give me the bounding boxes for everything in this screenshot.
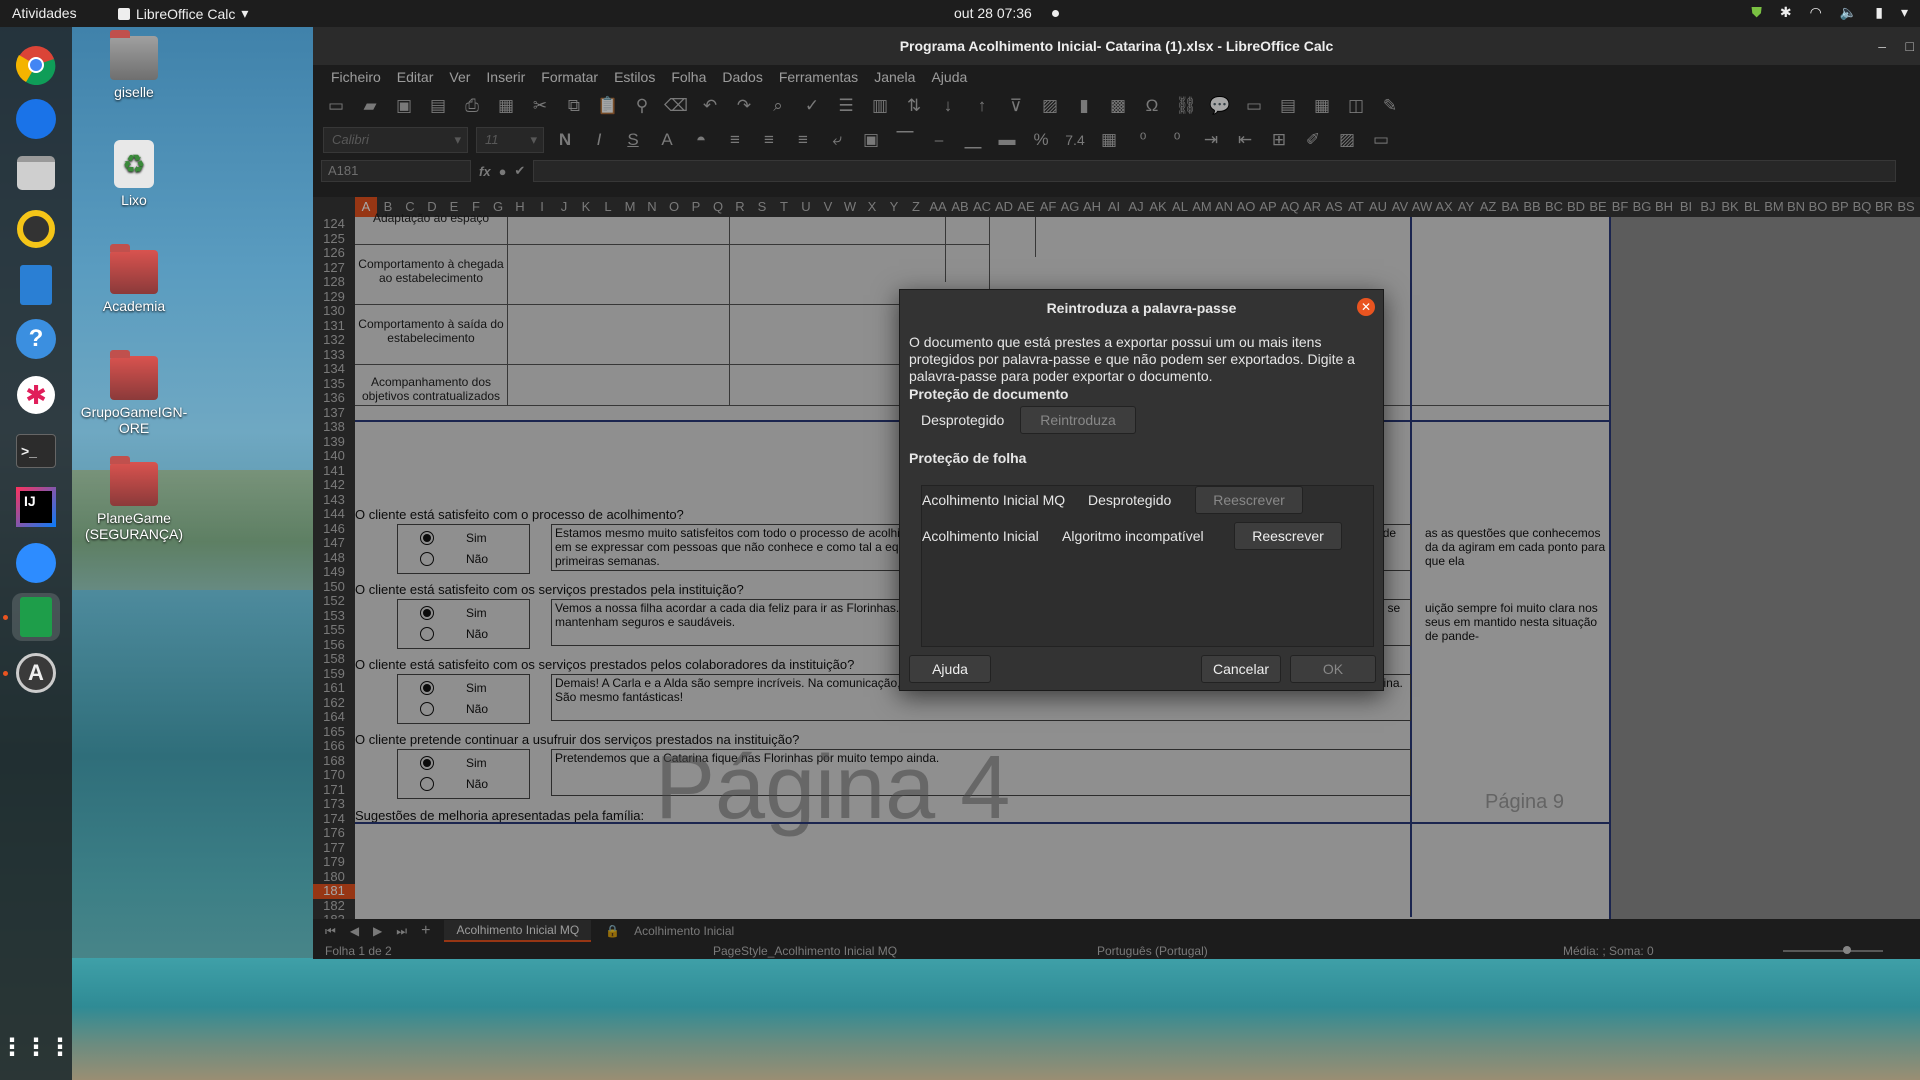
trash-icon: ♻ xyxy=(114,140,154,188)
rhythmbox-icon[interactable] xyxy=(12,205,60,253)
battery-icon[interactable]: ▮ xyxy=(1875,4,1883,21)
slack-icon[interactable]: ✱ xyxy=(12,371,60,419)
app-menu[interactable]: LibreOffice Calc ▾ xyxy=(118,5,248,22)
intellij-icon[interactable]: IJ xyxy=(12,483,60,531)
running-indicator xyxy=(3,671,8,676)
wallpaper-sea xyxy=(72,958,1920,1080)
desktop-icon-planegame[interactable]: PlaneGame (SEGURANÇA) xyxy=(79,456,189,542)
minimize-button[interactable]: – xyxy=(1878,27,1886,65)
rewrite-button-mq[interactable]: Reescrever xyxy=(1195,486,1303,514)
desktop-icon-label: GrupoGameIGN-ORE xyxy=(80,404,188,436)
dialog-message: O documento que está prestes a exportar … xyxy=(909,334,1355,384)
volume-icon[interactable]: 🔈 xyxy=(1840,4,1857,21)
chevron-down-icon[interactable]: ▾ xyxy=(1901,4,1908,21)
dock: ? ✱ >_ IJ A ⋮⋮⋮ xyxy=(0,27,72,1080)
shield-icon[interactable]: ⛊ xyxy=(1751,4,1762,21)
desktop-icon-label: Academia xyxy=(102,298,166,314)
close-icon[interactable]: ✕ xyxy=(1357,298,1375,316)
folder-icon xyxy=(110,456,158,506)
desktop-icon-grupogame[interactable]: GrupoGameIGN-ORE xyxy=(79,350,189,436)
window-titlebar[interactable]: Programa Acolhimento Inicial- Catarina (… xyxy=(313,27,1920,65)
wifi-icon[interactable]: ◠ xyxy=(1810,4,1822,21)
help-icon[interactable]: ? xyxy=(12,315,60,363)
desktop-icon-home[interactable]: giselle xyxy=(79,30,189,100)
clock[interactable]: out 28 07:36 xyxy=(954,5,1032,21)
app-menu-label: LibreOffice Calc xyxy=(136,5,236,22)
sheet-row-name: Acolhimento Inicial xyxy=(922,528,1039,544)
sheet-row-status: Algoritmo incompatível xyxy=(1062,528,1204,544)
app-grid-icon[interactable]: ⋮⋮⋮ xyxy=(0,1023,72,1071)
system-tray[interactable]: ⛊ ✱ ◠ 🔈 ▮ ▾ xyxy=(1751,4,1908,21)
zoom-icon[interactable] xyxy=(12,539,60,587)
home-folder-icon xyxy=(110,30,158,80)
sheet-protection-heading: Proteção de folha xyxy=(909,450,1027,466)
reenter-password-dialog: Reintroduza a palavra-passe ✕ O document… xyxy=(899,289,1384,691)
folder-icon xyxy=(110,350,158,400)
desktop-icon-label: Lixo xyxy=(121,192,147,208)
help-button[interactable]: Ajuda xyxy=(909,655,991,683)
sheet-row-status: Desprotegido xyxy=(1088,492,1172,508)
rewrite-button-inicial[interactable]: Reescrever xyxy=(1234,522,1342,550)
terminal-icon[interactable]: >_ xyxy=(12,427,60,475)
writer-icon[interactable] xyxy=(12,261,60,309)
software-updater-icon[interactable]: A xyxy=(12,649,60,697)
thunderbird-icon[interactable] xyxy=(12,95,60,143)
folder-icon xyxy=(110,244,158,294)
top-bar: Atividades LibreOffice Calc ▾ out 28 07:… xyxy=(0,0,1920,27)
calc-icon[interactable] xyxy=(12,593,60,641)
chrome-icon[interactable] xyxy=(12,41,60,89)
desktop-icon-trash[interactable]: ♻ Lixo xyxy=(79,140,189,208)
window-title: Programa Acolhimento Inicial- Catarina (… xyxy=(899,38,1334,54)
ok-button[interactable]: OK xyxy=(1290,655,1376,683)
sheet-row-name: Acolhimento Inicial MQ xyxy=(922,492,1066,508)
sheet-protection-list: Acolhimento Inicial MQ Desprotegido Rees… xyxy=(921,485,1374,647)
maximize-button[interactable]: □ xyxy=(1906,27,1914,65)
desktop-icon-academia[interactable]: Academia xyxy=(79,244,189,314)
calc-small-icon xyxy=(118,7,130,20)
chevron-down-icon: ▾ xyxy=(241,5,249,21)
files-icon[interactable] xyxy=(12,149,60,197)
doc-protection-heading: Proteção de documento xyxy=(909,386,1069,402)
doc-status: Desprotegido xyxy=(921,412,1005,428)
cancel-button[interactable]: Cancelar xyxy=(1201,655,1281,683)
reenter-doc-button[interactable]: Reintroduza xyxy=(1020,406,1136,434)
dialog-title: Reintroduza a palavra-passe xyxy=(1046,300,1237,316)
desktop-icon-label: PlaneGame (SEGURANÇA) xyxy=(84,510,183,542)
notification-dot xyxy=(1052,10,1059,17)
desktop-icon-label: giselle xyxy=(114,84,154,100)
activities-button[interactable]: Atividades xyxy=(12,5,77,21)
running-indicator xyxy=(3,615,8,620)
slack-tray-icon[interactable]: ✱ xyxy=(1780,4,1792,21)
